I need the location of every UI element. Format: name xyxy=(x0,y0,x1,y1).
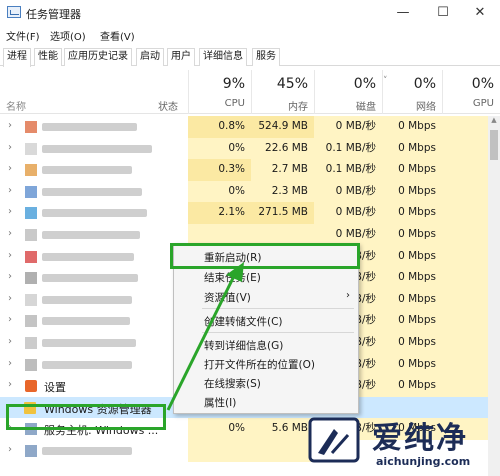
watermark: 爱纯净 aichunjing.com xyxy=(300,411,500,476)
watermark-url: aichunjing.com xyxy=(376,455,471,468)
annotation-arrow xyxy=(166,262,244,411)
watermark-text: 爱纯净 xyxy=(372,421,468,456)
watermark-logo-icon xyxy=(308,417,360,463)
